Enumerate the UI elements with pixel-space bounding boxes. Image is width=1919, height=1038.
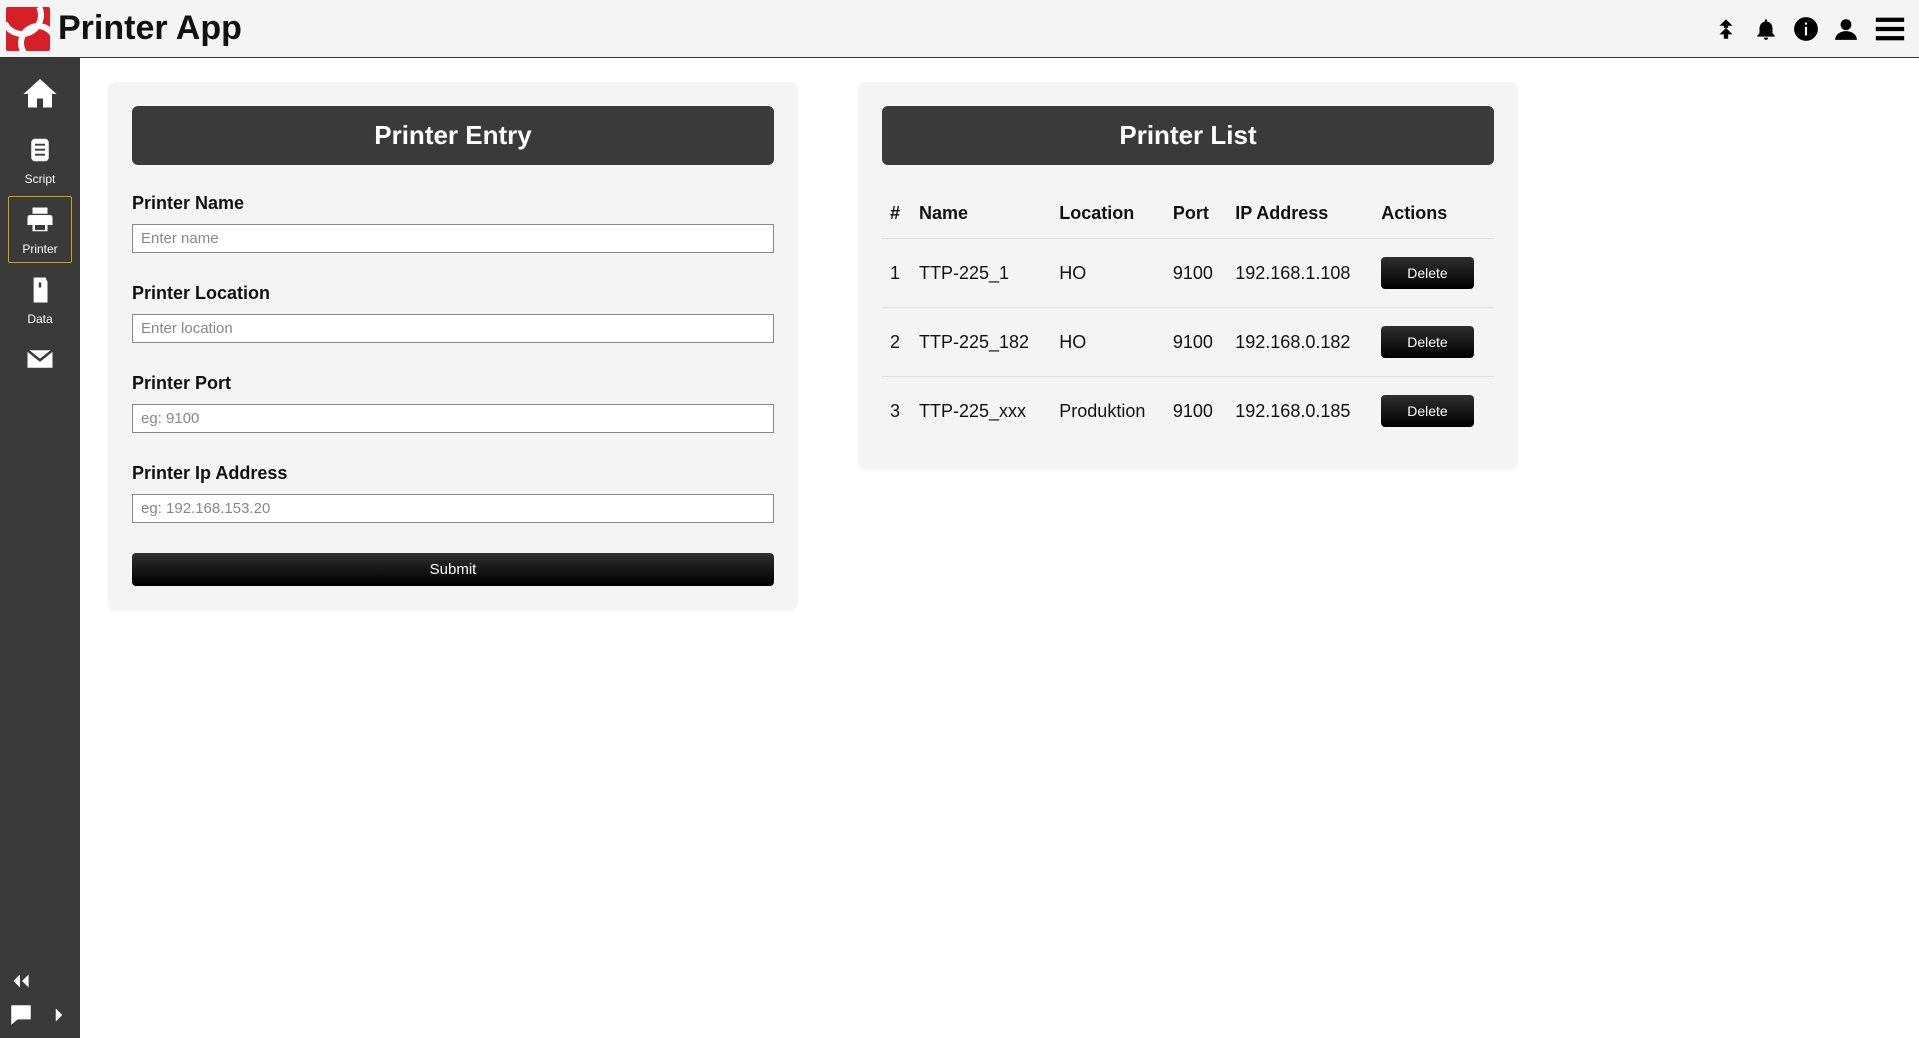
printer-name-input[interactable]	[132, 224, 774, 253]
cell-ip: 192.168.0.182	[1227, 308, 1373, 377]
cell-name: TTP-225_1	[911, 239, 1051, 308]
topbar-actions	[1713, 12, 1907, 46]
printer-name-label: Printer Name	[132, 193, 774, 214]
cell-name: TTP-225_182	[911, 308, 1051, 377]
home-icon	[22, 76, 58, 112]
mail-icon	[25, 344, 55, 374]
entry-card-title: Printer Entry	[132, 106, 774, 165]
delete-button[interactable]: Delete	[1381, 395, 1473, 427]
delete-button[interactable]: Delete	[1381, 326, 1473, 358]
col-name: Name	[911, 193, 1051, 239]
top-bar: Printer App	[0, 0, 1919, 58]
sidebar-item-data[interactable]: Data	[8, 267, 72, 332]
chat-icon[interactable]	[8, 1002, 34, 1028]
col-actions: Actions	[1373, 193, 1494, 239]
printer-ip-label: Printer Ip Address	[132, 463, 774, 484]
cell-num: 3	[882, 377, 911, 446]
collapse-icon[interactable]	[8, 968, 34, 994]
cell-actions: Delete	[1373, 308, 1494, 377]
cell-location: Produktion	[1051, 377, 1165, 446]
app-title: Printer App	[58, 9, 242, 48]
scroll-top-icon[interactable]	[1713, 16, 1739, 42]
app-logo-icon	[6, 7, 50, 51]
cell-num: 2	[882, 308, 911, 377]
sidebar-item-label: Data	[8, 312, 72, 326]
sidebar-item-script[interactable]: Script	[8, 127, 72, 192]
bell-icon[interactable]	[1753, 16, 1779, 42]
printer-list-card: Printer List # Name Location Port IP Add…	[858, 82, 1518, 469]
cell-port: 9100	[1165, 308, 1227, 377]
cell-num: 1	[882, 239, 911, 308]
cell-actions: Delete	[1373, 377, 1494, 446]
info-icon[interactable]	[1793, 16, 1819, 42]
cell-port: 9100	[1165, 239, 1227, 308]
col-num: #	[882, 193, 911, 239]
printer-port-input[interactable]	[132, 404, 774, 433]
cell-actions: Delete	[1373, 239, 1494, 308]
cell-port: 9100	[1165, 377, 1227, 446]
script-icon	[25, 135, 55, 165]
list-card-title: Printer List	[882, 106, 1494, 165]
sidebar-item-label: Printer	[9, 242, 71, 256]
printer-table: # Name Location Port IP Address Actions …	[882, 193, 1494, 445]
cell-name: TTP-225_xxx	[911, 377, 1051, 446]
col-port: Port	[1165, 193, 1227, 239]
table-row: 1TTP-225_1HO9100192.168.1.108Delete	[882, 239, 1494, 308]
cell-location: HO	[1051, 239, 1165, 308]
printer-ip-input[interactable]	[132, 494, 774, 523]
main-content: Printer Entry Printer Name Printer Locat…	[80, 58, 1919, 1038]
sidebar: Script Printer Data	[0, 58, 80, 1038]
printer-location-input[interactable]	[132, 314, 774, 343]
chevron-right-icon[interactable]	[46, 1002, 72, 1028]
col-ip: IP Address	[1227, 193, 1373, 239]
sidebar-item-label: Script	[8, 172, 72, 186]
submit-button[interactable]: Submit	[132, 553, 774, 586]
printer-location-label: Printer Location	[132, 283, 774, 304]
data-icon	[25, 275, 55, 305]
user-icon[interactable]	[1833, 16, 1859, 42]
sidebar-item-printer[interactable]: Printer	[8, 196, 72, 263]
delete-button[interactable]: Delete	[1381, 257, 1473, 289]
table-row: 3TTP-225_xxxProduktion9100192.168.0.185D…	[882, 377, 1494, 446]
sidebar-item-mail[interactable]	[8, 336, 72, 385]
col-location: Location	[1051, 193, 1165, 239]
printer-entry-card: Printer Entry Printer Name Printer Locat…	[108, 82, 798, 610]
printer-icon	[25, 205, 55, 235]
table-row: 2TTP-225_182HO9100192.168.0.182Delete	[882, 308, 1494, 377]
cell-ip: 192.168.0.185	[1227, 377, 1373, 446]
sidebar-item-home[interactable]	[8, 68, 72, 123]
menu-icon[interactable]	[1873, 12, 1907, 46]
cell-location: HO	[1051, 308, 1165, 377]
table-header-row: # Name Location Port IP Address Actions	[882, 193, 1494, 239]
cell-ip: 192.168.1.108	[1227, 239, 1373, 308]
printer-port-label: Printer Port	[132, 373, 774, 394]
